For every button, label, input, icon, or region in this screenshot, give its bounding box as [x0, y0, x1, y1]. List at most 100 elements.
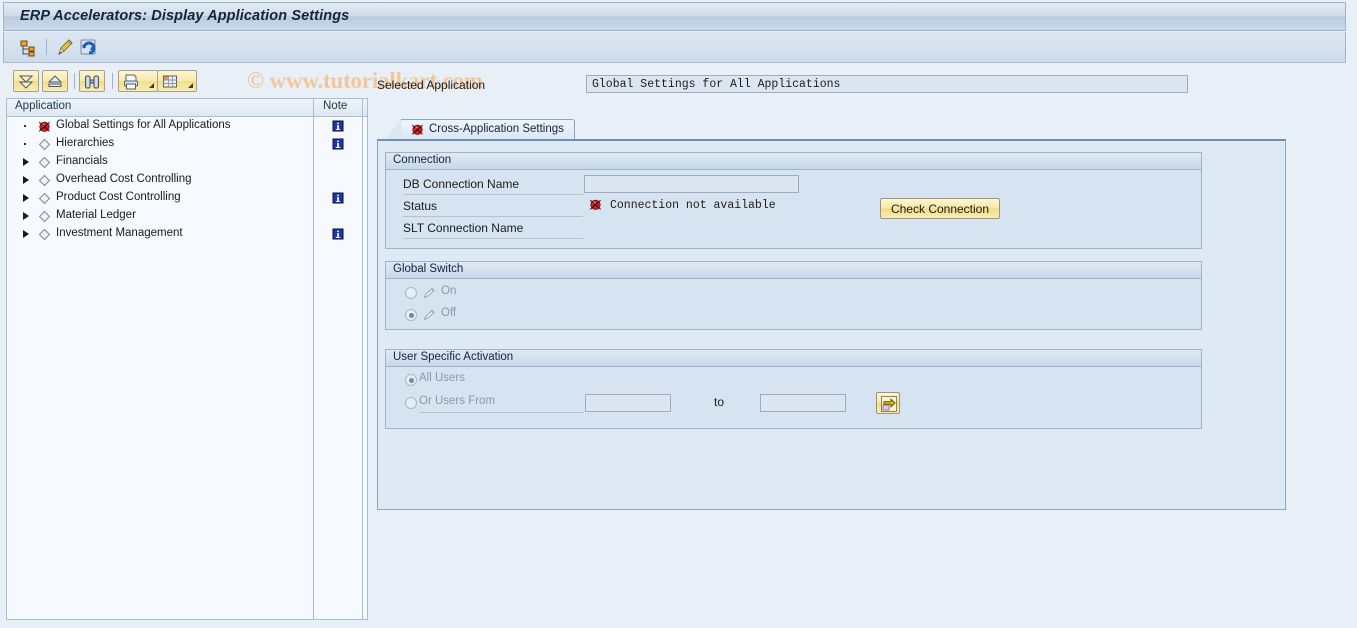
expand-arrow-icon[interactable] — [23, 230, 29, 238]
sap-gui-window: ERP Accelerators: Display Application Se… — [0, 0, 1357, 628]
global-switch-group-title-text: Global Switch — [393, 263, 464, 275]
slt-connection-name-label: SLT Connection Name — [403, 221, 524, 235]
binoculars-icon — [82, 72, 100, 90]
or-users-from-radio[interactable] — [405, 397, 417, 409]
selected-application-value: Global Settings for All Applications — [592, 78, 841, 91]
global-switch-label-on: On — [441, 285, 457, 297]
grid-layout-icon — [160, 72, 178, 90]
tree-toolbar — [6, 68, 368, 97]
status-red-ball-icon — [589, 198, 602, 211]
tab-label: Cross-Application Settings — [429, 123, 564, 135]
tree-column-header-note[interactable]: Note — [323, 100, 347, 112]
expand-arrow-icon[interactable] — [23, 176, 29, 184]
print-icon — [121, 72, 139, 90]
tree-header-row: Application Note — [7, 99, 367, 117]
find-button[interactable] — [79, 70, 105, 92]
window-title-bar: ERP Accelerators: Display Application Se… — [3, 2, 1346, 31]
expand-arrow-icon[interactable] — [23, 158, 29, 166]
selected-application-field[interactable]: Global Settings for All Applications — [586, 75, 1188, 93]
note-info-icon[interactable] — [332, 192, 344, 204]
pencil-disabled-icon — [422, 286, 436, 300]
edit-pencil-icon[interactable] — [55, 37, 76, 58]
or-users-from-underline — [419, 412, 584, 413]
expand-arrow-icon[interactable] — [23, 212, 29, 220]
refresh-icon[interactable] — [78, 37, 99, 58]
users-from-input[interactable] — [585, 394, 671, 412]
chevron-down-icon — [149, 83, 154, 88]
diamond-icon — [38, 174, 51, 187]
application-tree: Application Note Global Settings for All… — [6, 98, 368, 620]
chevron-down-icon — [188, 83, 193, 88]
diamond-icon — [38, 228, 51, 241]
tree-hierarchy-icon[interactable] — [17, 37, 38, 58]
connection-group: Connection DB Connection Name Status Con… — [385, 152, 1202, 249]
settings-tabstrip: Cross-Application Settings Connection DB… — [377, 119, 1286, 510]
tree-row-label: Hierarchies — [56, 137, 115, 149]
note-info-icon[interactable] — [332, 120, 344, 132]
slt-connection-name-label-underline — [403, 238, 583, 239]
collapse-all-button[interactable] — [42, 70, 68, 92]
tree-row-label: Material Ledger — [56, 209, 136, 221]
tree-toolbar-separator-2 — [112, 73, 113, 89]
users-to-input[interactable] — [760, 394, 846, 412]
tree-body-divider-2 — [362, 116, 363, 619]
connection-group-title: Connection — [386, 153, 1201, 170]
user-specific-activation-group: User Specific Activation All Users Or Us… — [385, 349, 1202, 429]
connection-group-title-text: Connection — [393, 154, 452, 166]
application-tree-pane: Application Note Global Settings for All… — [6, 68, 368, 620]
multi-selection-button[interactable] — [876, 392, 900, 414]
all-users-label: All Users — [419, 372, 466, 384]
tree-row-label: Product Cost Controlling — [56, 191, 181, 203]
note-info-icon[interactable] — [332, 228, 344, 240]
or-users-from-label: Or Users From — [419, 395, 496, 407]
tree-row-label: Investment Management — [56, 227, 183, 239]
global-switch-group-title: Global Switch — [386, 262, 1201, 279]
tree-row-label: Global Settings for All Applications — [56, 119, 231, 131]
pencil-disabled-icon — [422, 308, 436, 322]
tab-cross-application-settings[interactable]: Cross-Application Settings — [385, 119, 575, 141]
tree-column-divider-2[interactable] — [362, 99, 363, 116]
selected-application-label: Selected Application — [377, 78, 486, 92]
tree-body-divider-1 — [313, 116, 314, 619]
tree-toolbar-separator-1 — [74, 73, 75, 89]
status-text: Connection not available — [610, 199, 776, 212]
toolbar-separator — [46, 39, 47, 55]
red-ball-icon — [38, 120, 51, 133]
user-specific-activation-group-title-text: User Specific Activation — [393, 351, 514, 363]
global-switch-label-off: Off — [441, 307, 457, 319]
application-toolbar: © www.tutorialkart.com — [3, 32, 1346, 93]
note-info-icon[interactable] — [332, 138, 344, 150]
tree-column-divider-1[interactable] — [313, 99, 314, 116]
tree-column-header-application[interactable]: Application — [15, 100, 71, 112]
to-label: to — [714, 395, 725, 409]
db-connection-name-input[interactable] — [584, 175, 799, 193]
diamond-icon — [38, 210, 51, 223]
expand-all-icon — [16, 72, 34, 90]
expand-arrow-icon[interactable] — [23, 194, 29, 202]
red-ball-icon — [411, 123, 424, 136]
user-specific-activation-group-title: User Specific Activation — [386, 350, 1201, 367]
multi-selection-arrow-icon — [880, 395, 898, 413]
leaf-dot-icon — [24, 143, 26, 145]
global-switch-group: Global Switch On Off — [385, 261, 1202, 330]
leaf-dot-icon — [24, 125, 26, 127]
diamond-icon — [38, 192, 51, 205]
collapse-all-icon — [45, 72, 63, 90]
check-connection-button[interactable]: Check Connection — [880, 198, 1000, 219]
db-connection-name-label: DB Connection Name — [403, 177, 520, 191]
global-switch-radio-on[interactable] — [405, 287, 417, 299]
db-connection-name-label-underline — [403, 194, 583, 195]
status-label-underline — [403, 216, 583, 217]
page-title: ERP Accelerators: Display Application Se… — [20, 8, 350, 24]
tree-row-label: Financials — [56, 155, 108, 167]
global-switch-radio-off[interactable] — [405, 309, 417, 321]
tree-row-label: Overhead Cost Controlling — [56, 173, 192, 185]
layout-button[interactable] — [157, 70, 197, 92]
diamond-icon — [38, 156, 51, 169]
expand-all-button[interactable] — [13, 70, 39, 92]
tab-panel-cross-application-settings: Connection DB Connection Name Status Con… — [377, 139, 1286, 510]
all-users-radio[interactable] — [405, 374, 417, 386]
print-button[interactable] — [118, 70, 158, 92]
diamond-icon — [38, 138, 51, 151]
status-label: Status — [403, 199, 438, 213]
